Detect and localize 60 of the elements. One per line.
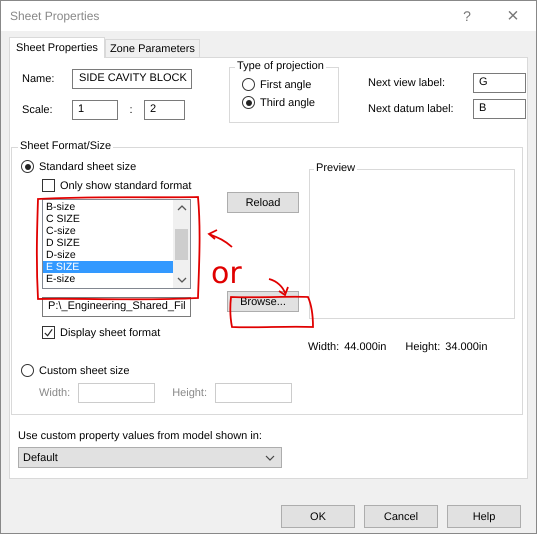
radio-label: Custom sheet size bbox=[39, 364, 130, 376]
chevron-down-icon bbox=[265, 454, 275, 460]
custom-property-label: Use custom property values from model shown in: bbox=[18, 430, 263, 442]
checkbox[interactable] bbox=[42, 179, 55, 192]
scrollbar-thumb[interactable] bbox=[175, 229, 188, 260]
height-value: 34.000in bbox=[445, 341, 488, 353]
radio-label: Standard sheet size bbox=[39, 160, 136, 172]
dialog-button[interactable]: Help bbox=[447, 505, 521, 528]
height-field[interactable] bbox=[215, 383, 292, 403]
radio-label: First angle bbox=[260, 78, 312, 90]
width-value: 44.000in bbox=[344, 341, 386, 353]
model-dropdown[interactable]: Default bbox=[18, 447, 282, 468]
tab[interactable]: Sheet Properties bbox=[9, 37, 105, 58]
name-field[interactable]: SIDE CAVITY BLOCK bbox=[72, 69, 192, 89]
list-item[interactable]: D SIZE bbox=[43, 237, 173, 249]
browse-button[interactable]: Browse... bbox=[227, 291, 299, 312]
width-field[interactable] bbox=[78, 383, 156, 403]
help-button[interactable]: ? bbox=[444, 1, 490, 31]
scrollbar[interactable] bbox=[173, 200, 190, 288]
next-view-label: Next view label: bbox=[368, 77, 446, 89]
dialog-button[interactable]: OK bbox=[281, 505, 355, 528]
radio-label: Third angle bbox=[260, 96, 316, 108]
next-view-field[interactable]: G bbox=[473, 73, 526, 93]
tab[interactable]: Zone Parameters bbox=[104, 39, 200, 57]
group-title: Preview bbox=[314, 162, 358, 174]
group-title: Sheet Format/Size bbox=[18, 140, 114, 152]
radio-button[interactable] bbox=[242, 96, 255, 109]
name-label: Name: bbox=[22, 73, 56, 85]
list-item[interactable]: C-size bbox=[43, 225, 173, 237]
scale-label: Scale: bbox=[22, 104, 54, 116]
radio-button[interactable] bbox=[21, 160, 34, 173]
scale-separator: : bbox=[128, 104, 134, 116]
annotation-text: or bbox=[211, 256, 242, 291]
list-item[interactable]: D-size bbox=[43, 249, 173, 261]
reload-button[interactable]: Reload bbox=[227, 192, 299, 213]
annotation-arrow bbox=[207, 229, 233, 248]
list-item[interactable]: B-size bbox=[43, 201, 173, 213]
scale-denominator-field[interactable]: 2 bbox=[144, 100, 185, 120]
annotation-arrow bbox=[268, 278, 289, 296]
radio-button[interactable] bbox=[21, 364, 34, 377]
checkbox-label: Only show standard format bbox=[60, 180, 192, 192]
next-datum-field[interactable]: B bbox=[473, 99, 526, 119]
checkbox[interactable] bbox=[42, 326, 55, 339]
scroll-down-icon[interactable] bbox=[176, 277, 186, 283]
dialog-button[interactable]: Cancel bbox=[364, 505, 438, 528]
close-button[interactable]: × bbox=[490, 1, 536, 31]
scroll-up-icon[interactable] bbox=[176, 205, 186, 211]
next-datum-label: Next datum label: bbox=[368, 103, 455, 115]
width-label: Width: bbox=[39, 387, 70, 399]
scale-numerator-field[interactable]: 1 bbox=[72, 100, 118, 120]
height-label: Height: bbox=[405, 341, 440, 353]
radio-button[interactable] bbox=[242, 78, 255, 91]
width-label: Width: bbox=[308, 341, 340, 353]
format-path-field[interactable]: P:\_Engineering_Shared_Fil bbox=[42, 297, 191, 317]
height-label: Height: bbox=[172, 387, 208, 399]
group-title: Type of projection bbox=[235, 60, 326, 72]
list-item[interactable]: C SIZE bbox=[43, 213, 173, 225]
list-item[interactable]: E-size bbox=[43, 273, 173, 285]
window-title: Sheet Properties bbox=[10, 9, 100, 23]
checkbox-label: Display sheet format bbox=[60, 326, 160, 338]
